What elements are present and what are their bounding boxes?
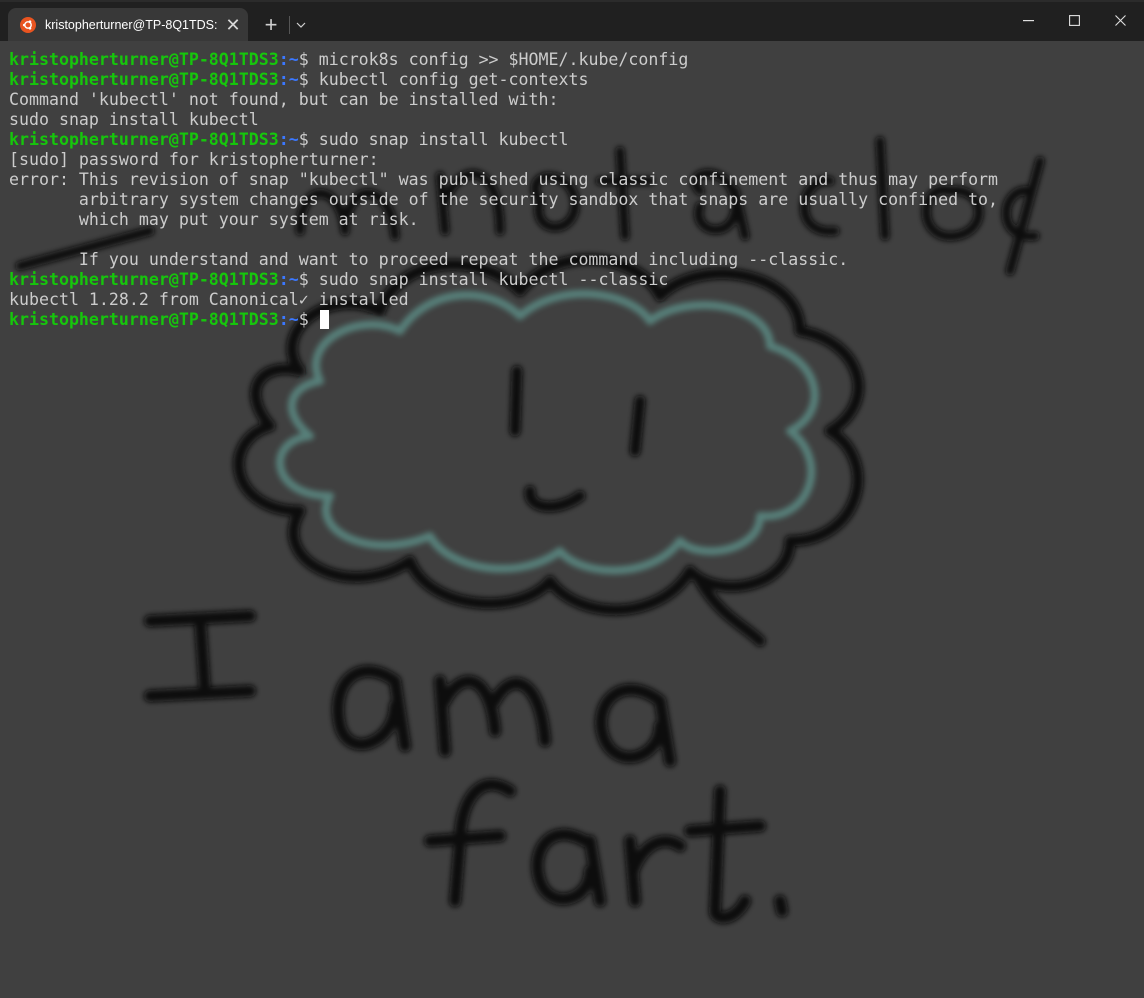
prompt-symbol: $ — [298, 50, 319, 69]
output-line: kubectl 1.28.2 from Canonical✓ installed — [9, 290, 409, 309]
command-line: kristopherturner@TP-8Q1TDS3:~$ — [9, 310, 998, 330]
minimize-button[interactable] — [1005, 0, 1051, 41]
prompt-path: :~ — [278, 70, 299, 89]
output-line: Command 'kubectl' not found, but can be … — [9, 90, 559, 109]
command-line: kristopherturner@TP-8Q1TDS3:~$ sudo snap… — [9, 130, 998, 150]
command-text: kubectl config get-contexts — [318, 70, 589, 89]
prompt-path: :~ — [278, 130, 299, 149]
prompt-user: kristopherturner@TP-8Q1TDS3 — [9, 310, 279, 329]
tab-dropdown-button[interactable] — [290, 12, 312, 38]
output-line: which may put your system at risk. — [9, 210, 419, 229]
output-line: sudo snap install kubectl — [9, 110, 259, 129]
title-bar-edge — [0, 0, 1144, 2]
close-tab-button[interactable]: ✕ — [221, 15, 245, 35]
prompt-symbol: $ — [298, 70, 319, 89]
prompt-user: kristopherturner@TP-8Q1TDS3 — [9, 130, 279, 149]
new-tab-button[interactable]: + — [257, 12, 285, 38]
command-line: kristopherturner@TP-8Q1TDS3:~$ sudo snap… — [9, 270, 998, 290]
command-text: sudo snap install kubectl --classic — [318, 270, 669, 289]
close-icon — [1114, 15, 1126, 26]
tab-ubuntu[interactable]: kristopherturner@TP-8Q1TDS: ✕ — [8, 8, 248, 41]
tab-title: kristopherturner@TP-8Q1TDS: — [45, 17, 218, 32]
prompt-path: :~ — [278, 270, 299, 289]
command-line: kristopherturner@TP-8Q1TDS3:~$ microk8s … — [9, 50, 998, 70]
prompt-symbol: $ — [298, 270, 319, 289]
command-text: sudo snap install kubectl — [318, 130, 569, 149]
terminal-pane[interactable]: kristopherturner@TP-8Q1TDS3:~$ microk8s … — [0, 41, 1144, 998]
terminal-output: kristopherturner@TP-8Q1TDS3:~$ microk8s … — [9, 50, 998, 330]
output-line: arbitrary system changes outside of the … — [9, 190, 999, 209]
prompt-symbol: $ — [298, 130, 319, 149]
prompt-path: :~ — [278, 310, 299, 329]
chevron-down-icon — [296, 22, 306, 28]
output-line: If you understand and want to proceed re… — [9, 250, 849, 269]
maximize-icon — [1068, 15, 1080, 26]
output-line: [sudo] password for kristopherturner: — [9, 150, 379, 169]
prompt-user: kristopherturner@TP-8Q1TDS3 — [9, 50, 279, 69]
prompt-symbol: $ — [298, 310, 319, 329]
maximize-button[interactable] — [1051, 0, 1097, 41]
prompt-user: kristopherturner@TP-8Q1TDS3 — [9, 270, 279, 289]
output-line: error: This revision of snap "kubectl" w… — [9, 170, 999, 189]
prompt-user: kristopherturner@TP-8Q1TDS3 — [9, 70, 279, 89]
ubuntu-icon — [20, 16, 36, 33]
text-cursor[interactable] — [319, 310, 329, 329]
prompt-path: :~ — [278, 50, 299, 69]
title-bar[interactable]: kristopherturner@TP-8Q1TDS: ✕ + — [0, 0, 1144, 41]
minimize-icon — [1022, 19, 1034, 21]
close-window-button[interactable] — [1097, 0, 1143, 41]
command-text: microk8s config >> $HOME/.kube/config — [318, 50, 689, 69]
command-line: kristopherturner@TP-8Q1TDS3:~$ kubectl c… — [9, 70, 998, 90]
